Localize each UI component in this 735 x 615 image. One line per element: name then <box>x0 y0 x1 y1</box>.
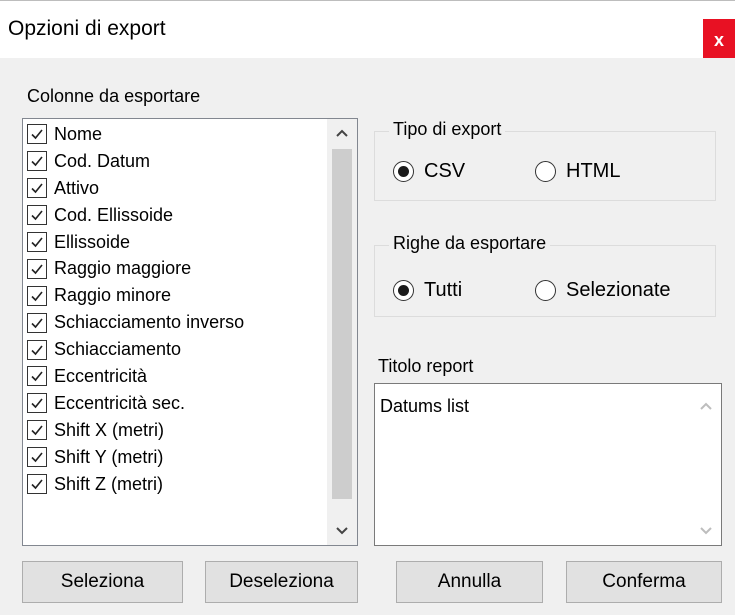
column-checkbox-item[interactable]: Eccentricità <box>23 363 329 390</box>
radio-button-icon[interactable] <box>393 161 414 182</box>
cancel-button[interactable]: Annulla <box>396 561 543 603</box>
checkbox-checked-icon[interactable] <box>27 258 47 279</box>
column-checkbox-label: Raggio minore <box>54 285 172 306</box>
column-checkbox-item[interactable]: Nome <box>23 121 329 148</box>
title-bar: Opzioni di export x <box>0 0 735 61</box>
column-checkbox-item[interactable]: Ellissoide <box>23 229 329 256</box>
checkbox-checked-icon[interactable] <box>27 393 47 414</box>
column-checkbox-label: Attivo <box>54 177 100 198</box>
column-checkbox-label: Cod. Datum <box>54 150 151 171</box>
column-checkbox-item[interactable]: Cod. Datum <box>23 148 329 175</box>
export-type-label: Tipo di export <box>389 119 506 140</box>
column-checkbox-label: Schiacciamento <box>54 339 182 360</box>
columns-checklist[interactable]: Nome Cod. Datum Attivo Cod. Ellissoide Ellis… <box>22 118 358 546</box>
report-title-label: Titolo report <box>378 356 474 376</box>
scroll-down-button[interactable] <box>327 517 357 545</box>
columns-list-items: Nome Cod. Datum Attivo Cod. Ellissoide Ellis… <box>23 121 329 497</box>
column-checkbox-item[interactable]: Raggio minore <box>23 282 329 309</box>
chevron-down-icon <box>700 527 712 535</box>
column-checkbox-label: Nome <box>54 123 103 144</box>
column-checkbox-label: Shift Y (metri) <box>54 446 164 467</box>
scroll-thumb[interactable] <box>332 149 352 499</box>
column-checkbox-item[interactable]: Eccentricità sec. <box>23 390 329 417</box>
radio-button-icon[interactable] <box>535 161 556 182</box>
checkbox-checked-icon[interactable] <box>27 447 47 468</box>
column-checkbox-item[interactable]: Shift Z (metri) <box>23 471 329 498</box>
radio-selected-dot <box>398 285 409 296</box>
rows-to-export-group: Righe da esportare Tutti Selezionate <box>374 233 716 317</box>
column-checkbox-item[interactable]: Cod. Ellissoide <box>23 202 329 229</box>
column-checkbox-label: Eccentricità sec. <box>54 392 186 413</box>
column-checkbox-item[interactable]: Shift X (metri) <box>23 417 329 444</box>
column-checkbox-item[interactable]: Schiacciamento <box>23 336 329 363</box>
confirm-button[interactable]: Conferma <box>566 561 722 603</box>
checkbox-checked-icon[interactable] <box>27 151 47 172</box>
checkbox-checked-icon[interactable] <box>27 178 47 199</box>
ta-scroll-up-button[interactable] <box>691 392 721 420</box>
report-title-scrollbar[interactable] <box>691 384 721 545</box>
radio-html[interactable]: HTML <box>535 160 620 183</box>
radio-csv-label: CSV <box>424 160 466 182</box>
column-checkbox-item[interactable]: Attivo <box>23 175 329 202</box>
column-checkbox-label: Shift X (metri) <box>54 419 165 440</box>
checkbox-checked-icon[interactable] <box>27 312 47 333</box>
column-checkbox-label: Schiacciamento inverso <box>54 312 245 333</box>
radio-selected-label: Selezionate <box>566 279 671 301</box>
radio-selected[interactable]: Selezionate <box>535 279 671 302</box>
radio-csv[interactable]: CSV <box>393 160 465 183</box>
checkbox-checked-icon[interactable] <box>27 285 47 306</box>
scroll-up-button[interactable] <box>327 119 357 147</box>
column-checkbox-label: Shift Z (metri) <box>54 473 164 494</box>
column-checkbox-item[interactable]: Raggio maggiore <box>23 255 329 282</box>
checkbox-checked-icon[interactable] <box>27 205 47 226</box>
close-icon: x <box>713 29 724 50</box>
chevron-up-icon <box>336 129 348 137</box>
columns-label: Colonne da esportare <box>27 86 201 106</box>
chevron-down-icon <box>336 527 348 535</box>
report-title-value: Datums list <box>380 396 470 416</box>
column-checkbox-label: Raggio maggiore <box>54 258 192 279</box>
export-options-dialog: Opzioni di export x Colonne da esportare… <box>0 0 735 615</box>
column-checkbox-item[interactable]: Schiacciamento inverso <box>23 309 329 336</box>
report-title-textarea[interactable]: Datums list <box>374 383 722 546</box>
checkbox-checked-icon[interactable] <box>27 124 47 145</box>
deselect-all-button[interactable]: Deseleziona <box>205 561 358 603</box>
rows-to-export-label: Righe da esportare <box>389 233 551 254</box>
checkbox-checked-icon[interactable] <box>27 366 47 387</box>
export-type-group: Tipo di export CSV HTML <box>374 119 716 201</box>
chevron-up-icon <box>700 402 712 410</box>
columns-scrollbar[interactable] <box>327 119 357 545</box>
radio-all-label: Tutti <box>424 279 463 301</box>
column-checkbox-label: Cod. Ellissoide <box>54 204 174 225</box>
column-checkbox-label: Eccentricità <box>54 365 148 386</box>
column-checkbox-label: Ellissoide <box>54 231 131 252</box>
select-all-button[interactable]: Seleziona <box>22 561 183 603</box>
ta-scroll-down-button[interactable] <box>691 517 721 545</box>
column-checkbox-item[interactable]: Shift Y (metri) <box>23 444 329 471</box>
checkbox-checked-icon[interactable] <box>27 420 47 441</box>
checkbox-checked-icon[interactable] <box>27 474 47 495</box>
checkbox-checked-icon[interactable] <box>27 339 47 360</box>
window-title: Opzioni di export <box>8 17 166 40</box>
checkbox-checked-icon[interactable] <box>27 232 47 252</box>
radio-button-icon[interactable] <box>393 280 414 301</box>
radio-button-icon[interactable] <box>535 280 556 301</box>
radio-selected-dot <box>398 166 409 177</box>
close-button[interactable]: x <box>703 19 735 61</box>
radio-html-label: HTML <box>566 160 621 182</box>
radio-all[interactable]: Tutti <box>393 279 462 302</box>
